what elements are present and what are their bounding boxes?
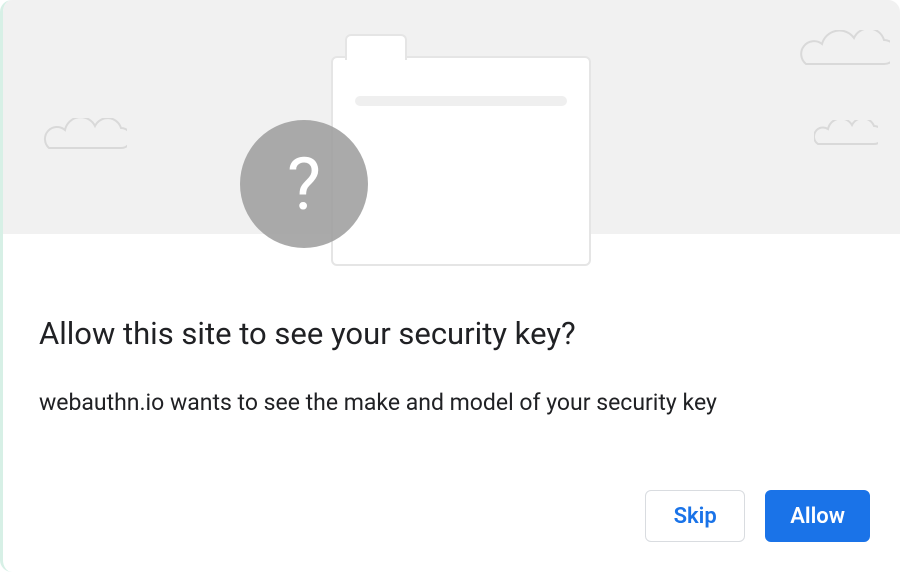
skip-button[interactable]: Skip bbox=[645, 490, 745, 542]
dialog-button-row: Skip Allow bbox=[645, 490, 870, 542]
cloud-icon bbox=[800, 30, 890, 68]
allow-button[interactable]: Allow bbox=[765, 490, 870, 542]
cloud-icon bbox=[43, 118, 127, 152]
security-key-permission-dialog: ? Allow this site to see your security k… bbox=[0, 0, 900, 572]
question-mark-icon: ? bbox=[287, 142, 321, 227]
placeholder-line bbox=[355, 96, 567, 106]
dialog-description: webauthn.io wants to see the make and mo… bbox=[39, 388, 864, 418]
dialog-title: Allow this site to see your security key… bbox=[39, 315, 864, 352]
cloud-icon bbox=[814, 120, 878, 148]
question-mark-avatar: ? bbox=[240, 120, 368, 248]
dialog-content: Allow this site to see your security key… bbox=[39, 315, 864, 418]
hero-illustration: ? bbox=[3, 0, 900, 234]
site-card-illustration bbox=[331, 56, 591, 266]
folder-tab bbox=[345, 34, 407, 60]
